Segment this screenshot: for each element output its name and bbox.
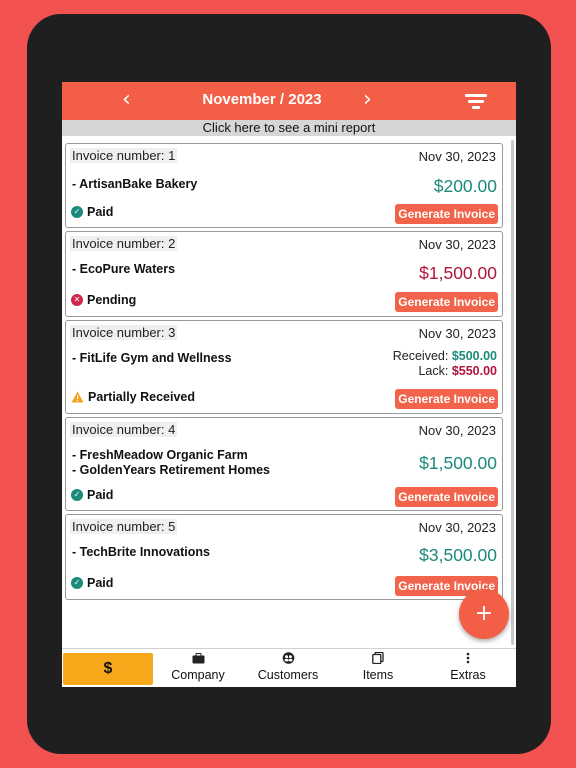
x-circle-icon: ✕ bbox=[71, 294, 83, 306]
invoice-amount: $1,500.00 bbox=[419, 453, 497, 473]
invoice-card[interactable]: Invoice number: 2 Nov 30, 2023 - EcoPure… bbox=[65, 231, 503, 317]
invoice-amount: $3,500.00 bbox=[419, 545, 497, 565]
nav-item-customers[interactable]: Customers bbox=[243, 652, 333, 685]
check-circle-icon: ✓ bbox=[71, 206, 83, 218]
status-label: Paid bbox=[87, 488, 114, 502]
invoice-date: Nov 30, 2023 bbox=[418, 423, 496, 438]
header-bar: ‹ November / 2023 › bbox=[62, 82, 516, 120]
customer-name: - FitLife Gym and Wellness bbox=[72, 351, 232, 365]
received-label: Received: bbox=[392, 349, 449, 363]
month-title: November / 2023 bbox=[202, 91, 322, 108]
invoice-date: Nov 30, 2023 bbox=[418, 326, 496, 341]
filter-icon[interactable] bbox=[465, 92, 487, 110]
partial-payment-summary: Received: $500.00 Lack: $550.00 bbox=[393, 349, 497, 379]
check-circle-icon: ✓ bbox=[71, 489, 83, 501]
nav-label: Customers bbox=[257, 668, 319, 682]
status-badge: ✓ Paid bbox=[71, 205, 113, 219]
list-scrollbar[interactable] bbox=[511, 140, 514, 645]
chevron-left-icon[interactable]: ‹ bbox=[122, 88, 131, 112]
invoice-date: Nov 30, 2023 bbox=[418, 149, 496, 164]
received-row: Received: $500.00 bbox=[393, 349, 497, 364]
received-amount: $500.00 bbox=[451, 349, 497, 363]
invoice-card[interactable]: Invoice number: 4 Nov 30, 2023 - FreshMe… bbox=[65, 417, 503, 511]
invoice-number: Invoice number: 1 bbox=[70, 148, 178, 163]
more-vertical-icon bbox=[423, 652, 513, 668]
users-icon bbox=[243, 652, 333, 668]
check-circle-icon: ✓ bbox=[71, 577, 83, 589]
mini-report-button[interactable]: Click here to see a mini report bbox=[62, 120, 516, 136]
nav-item-invoices[interactable]: $ bbox=[63, 653, 153, 685]
status-label: Paid bbox=[87, 205, 114, 219]
nav-item-company[interactable]: Company bbox=[153, 652, 243, 685]
status-badge: ✓ Paid bbox=[71, 488, 113, 502]
invoice-amount: $1,500.00 bbox=[419, 263, 497, 283]
customer-name: - EcoPure Waters bbox=[72, 262, 176, 276]
invoice-card[interactable]: Invoice number: 3 Nov 30, 2023 - FitLife… bbox=[65, 320, 503, 414]
generate-invoice-button[interactable]: Generate Invoice bbox=[395, 292, 498, 312]
invoice-card[interactable]: Invoice number: 1 Nov 30, 2023 - Artisan… bbox=[65, 143, 503, 228]
nav-label: Extras bbox=[450, 668, 486, 682]
status-badge: ✓ Paid bbox=[71, 576, 113, 590]
status-label: Partially Received bbox=[88, 390, 196, 404]
invoice-date: Nov 30, 2023 bbox=[418, 237, 496, 252]
invoice-number: Invoice number: 3 bbox=[70, 325, 178, 340]
documents-icon bbox=[333, 651, 423, 668]
bottom-navigation: $ Company Customers Items Extras bbox=[62, 648, 516, 687]
invoice-list: Invoice number: 1 Nov 30, 2023 - Artisan… bbox=[62, 138, 516, 647]
lack-label: Lack: bbox=[418, 364, 449, 378]
status-badge: ✕ Pending bbox=[71, 293, 136, 307]
invoice-card[interactable]: Invoice number: 5 Nov 30, 2023 - TechBri… bbox=[65, 514, 503, 600]
nav-item-extras[interactable]: Extras bbox=[423, 652, 513, 685]
invoice-number: Invoice number: 4 bbox=[70, 422, 178, 437]
customer-name: - FreshMeadow Organic Farm bbox=[72, 448, 248, 462]
add-invoice-button[interactable]: + bbox=[459, 589, 509, 639]
briefcase-icon bbox=[153, 652, 243, 668]
generate-invoice-button[interactable]: Generate Invoice bbox=[395, 204, 498, 224]
nav-label: Company bbox=[171, 668, 225, 682]
status-label: Pending bbox=[87, 293, 137, 307]
nav-label: Items bbox=[362, 668, 394, 682]
invoice-amount: $200.00 bbox=[433, 176, 497, 196]
customer-name: - ArtisanBake Bakery bbox=[72, 177, 198, 191]
generate-invoice-button[interactable]: Generate Invoice bbox=[395, 389, 498, 409]
customer-name: - GoldenYears Retirement Homes bbox=[72, 463, 270, 477]
nav-item-items[interactable]: Items bbox=[333, 651, 423, 685]
lack-row: Lack: $550.00 bbox=[393, 364, 497, 379]
chevron-right-icon[interactable]: › bbox=[363, 88, 372, 112]
warning-icon bbox=[71, 391, 84, 403]
status-badge: Partially Received bbox=[71, 390, 195, 404]
customer-name: - TechBrite Innovations bbox=[72, 545, 210, 559]
invoice-number: Invoice number: 2 bbox=[70, 236, 178, 251]
app-screen: ‹ November / 2023 › Click here to see a … bbox=[62, 82, 516, 687]
lack-amount: $550.00 bbox=[451, 364, 497, 378]
status-label: Paid bbox=[87, 576, 114, 590]
generate-invoice-button[interactable]: Generate Invoice bbox=[395, 487, 498, 507]
invoice-number: Invoice number: 5 bbox=[70, 519, 178, 534]
invoice-date: Nov 30, 2023 bbox=[418, 520, 496, 535]
